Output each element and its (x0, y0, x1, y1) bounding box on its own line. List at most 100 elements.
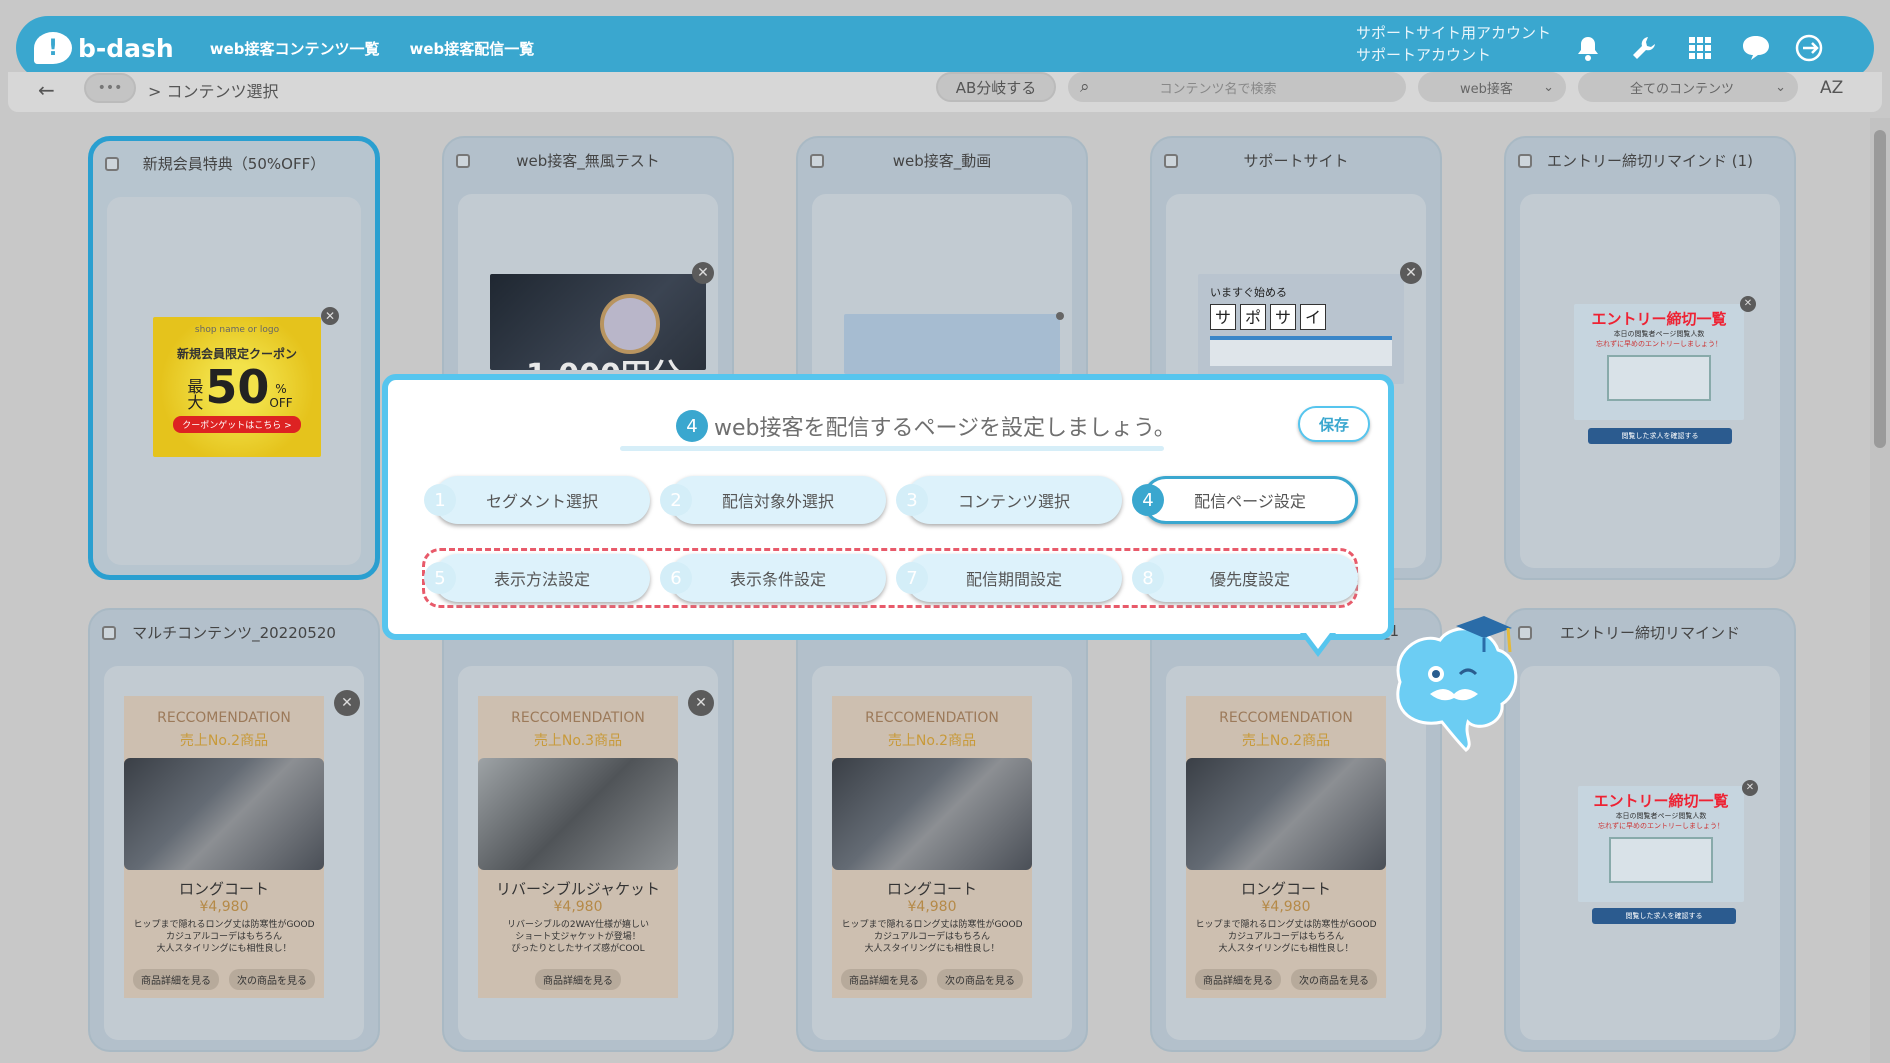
reco-desc: カジュアルコーデはもちろん (1228, 932, 1344, 942)
filter-content-select[interactable]: 全てのコンテンツ ⌄ (1578, 72, 1798, 102)
reco-label: RECCOMENDATION (865, 710, 999, 726)
coupon-logo: shop name or logo (194, 325, 280, 335)
reco-name: リバーシブルジャケット (496, 880, 660, 898)
step-number: 3 (896, 484, 928, 516)
entry-laptop-image (1609, 837, 1713, 883)
ab-split-button[interactable]: AB分岐する (936, 72, 1056, 102)
support-banner: いますぐ始める サ ポ サ イ (1198, 274, 1404, 384)
filter-content-value: 全てのコンテンツ (1630, 81, 1735, 97)
watch-banner-text: 1,000円分の (526, 350, 706, 370)
nav-delivery-list[interactable]: web接客配信一覧 (410, 38, 535, 59)
step-content[interactable]: 3 コンテンツ選択 (896, 476, 1122, 524)
reco-next-button: 次の商品を見る (1291, 969, 1377, 990)
nav-content-list[interactable]: web接客コンテンツ一覧 (210, 38, 380, 59)
content-card[interactable]: RECCOMENDATION 売上No.2商品 ロングコート ¥4,980 ヒッ… (796, 608, 1088, 1052)
reco-price: ¥4,980 (199, 899, 249, 915)
search-icon: ⌕ (1080, 77, 1090, 97)
reco-desc: ショート丈ジャケットが登場！ (515, 932, 641, 942)
scrollbar[interactable] (1870, 118, 1890, 1063)
step-display-method[interactable]: 5 表示方法設定 (424, 554, 650, 602)
grid-icon[interactable] (1682, 30, 1718, 66)
card-title: web接客_無風テスト (516, 152, 660, 170)
bell-icon[interactable] (1570, 30, 1606, 66)
reco-sub: 売上No.2商品 (179, 733, 269, 749)
card-title: マルチコンテンツ_20220520 (132, 624, 336, 642)
content-card[interactable]: エントリー締切リマインド エントリー締切一覧 本日の閲覧者ページ閲覧人数 忘れず… (1504, 608, 1796, 1052)
search-input[interactable]: ⌕ コンテンツ名で検索 (1068, 72, 1406, 102)
save-button[interactable]: 保存 (1298, 406, 1370, 442)
coupon-big: 50 (205, 360, 270, 414)
close-icon[interactable]: ✕ (688, 690, 714, 716)
mascot-character (1380, 612, 1524, 756)
step-delivery-period[interactable]: 7 配信期間設定 (896, 554, 1122, 602)
dialog-title: 4 web接客を配信するページを設定しましょう。 (676, 410, 1176, 442)
close-icon[interactable]: ✕ (1400, 262, 1422, 284)
logo[interactable]: ! b-dash (34, 32, 174, 64)
step-priority[interactable]: 8 優先度設定 (1132, 554, 1358, 602)
step-label: コンテンツ選択 (957, 492, 1070, 511)
arrow-left-icon[interactable]: ← (38, 78, 55, 102)
tutorial-dialog: 4 web接客を配信するページを設定しましょう。 保存 1 セグメント選択 2 … (382, 374, 1394, 657)
coupon-off: OFF (269, 396, 293, 410)
content-card[interactable]: マルチコンテンツ_20220520 RECCOMENDATION 売上No.2商… (88, 608, 380, 1052)
top-navbar: ! b-dash web接客コンテンツ一覧 web接客配信一覧 サポートサイト用… (16, 16, 1874, 80)
reco-label: RECCOMENDATION (157, 710, 291, 726)
account-info[interactable]: サポートサイト用アカウント サポートアカウント (1356, 22, 1551, 66)
card-title: 新規会員特典（50%OFF） (142, 155, 326, 173)
step-display-condition[interactable]: 6 表示条件設定 (660, 554, 886, 602)
card-preview: エントリー締切一覧 本日の閲覧者ページ閲覧人数 忘れずに早めのエントリーしましょ… (1520, 194, 1780, 568)
chat-icon[interactable] (1738, 30, 1774, 66)
reco-banner: RECCOMENDATION 売上No.2商品 ロングコート ¥4,980 ヒッ… (832, 696, 1032, 998)
close-icon[interactable] (1056, 312, 1064, 320)
close-icon[interactable]: ✕ (1740, 296, 1756, 312)
support-char: サ (1210, 304, 1236, 330)
close-icon[interactable]: ✕ (334, 690, 360, 716)
step-label: 配信ページ設定 (1194, 492, 1306, 511)
dialog-title-text: web接客を配信するページを設定しましょう。 (714, 416, 1176, 441)
reco-desc: リバーシブルの2WAY仕様が嬉しい (507, 920, 649, 930)
step-number: 1 (424, 484, 456, 516)
speech-tail-inner (1306, 633, 1330, 649)
reco-price: ¥4,980 (1261, 899, 1311, 915)
reco-detail-button: 商品詳細を見る (133, 969, 219, 990)
reco-next-button: 次の商品を見る (937, 969, 1023, 990)
step-exclusion[interactable]: 2 配信対象外選択 (660, 476, 886, 524)
reco-desc: 大人スタイリングにも相性良し！ (864, 944, 1000, 954)
step-label: 表示方法設定 (493, 570, 590, 589)
support-banner-top: いますぐ始める (1210, 286, 1287, 299)
close-icon[interactable]: ✕ (1742, 780, 1758, 796)
content-card[interactable]: 新規会員特典（50%OFF） shop name or logo 新規会員限定ク… (88, 136, 380, 580)
step-number: 5 (424, 562, 456, 594)
filter-type-select[interactable]: web接客 ⌄ (1418, 72, 1566, 102)
reco-name: ロングコート (886, 880, 977, 898)
chevron-down-icon: ⌄ (1543, 79, 1554, 95)
title-underline (620, 446, 1164, 451)
step-number-badge: 4 (676, 410, 708, 442)
entry-laptop-image (1607, 355, 1711, 401)
close-icon[interactable]: ✕ (692, 262, 714, 284)
card-title: エントリー締切リマインド (1) (1546, 152, 1754, 170)
reco-desc: ヒップまで隠れるロング丈は防寒性がGOOD (1195, 920, 1377, 930)
close-icon[interactable]: ✕ (321, 307, 339, 325)
reco-desc: 大人スタイリングにも相性良し！ (156, 944, 292, 954)
breadcrumb-more[interactable]: ••• (84, 73, 136, 103)
sort-az-icon[interactable]: AZ (1820, 78, 1843, 98)
wrench-icon[interactable] (1626, 30, 1662, 66)
support-screenshot (1210, 336, 1392, 366)
content-card[interactable]: エントリー締切リマインド (1) エントリー締切一覧 本日の閲覧者ページ閲覧人数… (1504, 136, 1796, 580)
content-card[interactable]: RECCOMENDATION 売上No.3商品 リバーシブルジャケット ¥4,9… (442, 608, 734, 1052)
step-delivery-page[interactable]: 4 配信ページ設定 (1132, 476, 1358, 524)
step-label: 配信期間設定 (965, 570, 1062, 589)
card-title: エントリー締切リマインド (1559, 624, 1740, 642)
reco-price: ¥4,980 (553, 899, 603, 915)
reco-desc: カジュアルコーデはもちろん (166, 932, 282, 942)
step-number: 7 (896, 562, 928, 594)
coupon-pct: % (275, 382, 287, 396)
step-label: 表示条件設定 (729, 570, 826, 589)
breadcrumb: > コンテンツ選択 (148, 82, 279, 101)
scrollbar-thumb[interactable] (1874, 130, 1886, 448)
logout-icon[interactable] (1792, 30, 1828, 66)
entry-banner-ask: 忘れずに早めのエントリーしましょう！ (1598, 822, 1724, 830)
step-segment[interactable]: 1 セグメント選択 (424, 476, 650, 524)
reco-detail-button: 商品詳細を見る (535, 969, 621, 990)
